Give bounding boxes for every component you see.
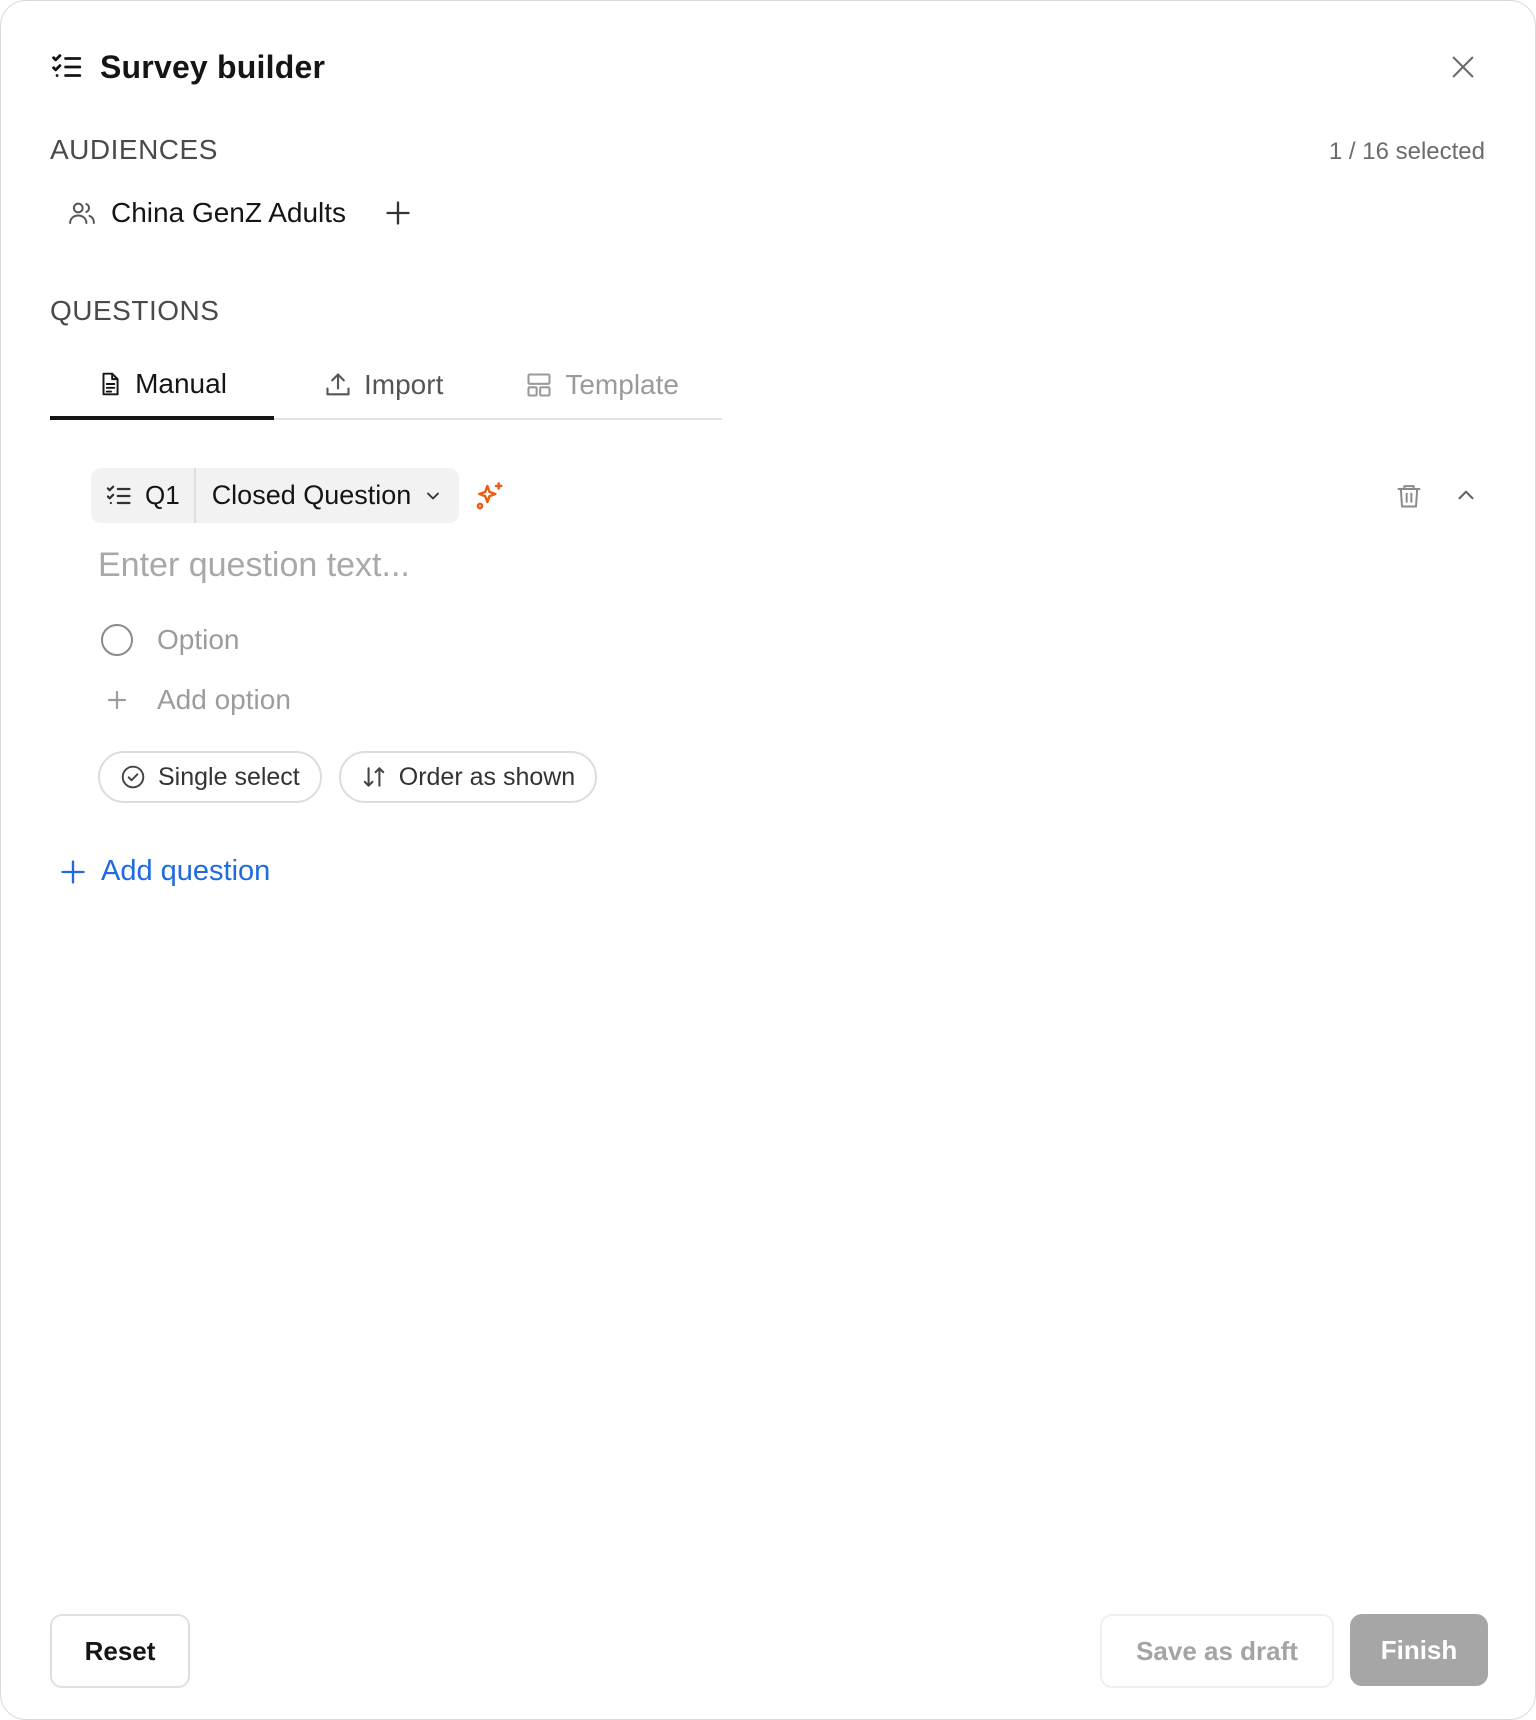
trash-icon[interactable]	[1393, 479, 1425, 513]
ai-sparkle-icon[interactable]	[473, 479, 507, 513]
question-settings: Single select Order as shown	[98, 751, 598, 803]
questions-section-label: QUESTIONS	[50, 295, 220, 326]
audience-selected-count: 1 / 16 selected	[1328, 138, 1485, 165]
tab-template[interactable]: Template	[525, 351, 679, 418]
question-type-dropdown[interactable]: Closed Question	[196, 480, 460, 511]
add-option-label: Add option	[157, 684, 291, 715]
template-icon	[525, 371, 553, 399]
plus-icon	[101, 684, 133, 716]
order-chip[interactable]: Order as shown	[338, 751, 598, 803]
document-icon	[97, 370, 123, 398]
audience-list: China GenZ Adults	[67, 191, 416, 235]
order-label: Order as shown	[398, 762, 576, 791]
modal-header: Survey builder	[50, 47, 325, 87]
check-circle-icon	[120, 764, 146, 790]
plus-icon	[59, 858, 87, 886]
tab-import[interactable]: Import	[324, 351, 443, 418]
checklist-icon	[105, 482, 133, 510]
chevron-up-icon[interactable]	[1451, 479, 1481, 511]
checklist-icon	[50, 50, 84, 84]
option-row	[101, 620, 557, 660]
chevron-down-icon	[423, 486, 443, 506]
question-number-label: Q1	[145, 480, 180, 510]
upload-icon	[324, 371, 352, 399]
audiences-section-label: AUDIENCES	[50, 134, 218, 165]
add-question-label: Add question	[101, 855, 271, 887]
close-icon[interactable]	[1443, 47, 1483, 87]
tab-manual[interactable]: Manual	[50, 351, 274, 420]
tab-label: Import	[364, 368, 444, 400]
add-option-button[interactable]: Add option	[101, 680, 291, 720]
question-header-pill: Q1 Closed Question	[91, 468, 460, 523]
question-text-input[interactable]	[98, 541, 1198, 589]
tab-label: Template	[565, 368, 679, 400]
sort-arrows-icon	[361, 764, 387, 790]
save-draft-button[interactable]: Save as draft	[1100, 1614, 1334, 1688]
option-input[interactable]	[157, 624, 557, 656]
add-audience-button[interactable]	[380, 195, 416, 231]
single-select-chip[interactable]: Single select	[98, 751, 322, 803]
page-title: Survey builder	[100, 48, 326, 85]
audience-item[interactable]: China GenZ Adults	[67, 197, 346, 229]
tab-label: Manual	[135, 367, 227, 399]
finish-button[interactable]: Finish	[1350, 1614, 1488, 1686]
single-select-label: Single select	[158, 762, 300, 791]
reset-button[interactable]: Reset	[50, 1614, 190, 1688]
add-question-button[interactable]: Add question	[59, 855, 270, 888]
question-number: Q1	[91, 468, 196, 523]
question-type-label: Closed Question	[211, 480, 412, 510]
survey-builder-modal: Survey builder AUDIENCES 1 / 16 selected…	[0, 0, 1536, 1720]
audience-name: China GenZ Adults	[111, 197, 347, 228]
radio-icon[interactable]	[101, 624, 133, 656]
question-source-tabs: Manual Import Template	[50, 351, 722, 420]
users-icon	[67, 198, 97, 228]
